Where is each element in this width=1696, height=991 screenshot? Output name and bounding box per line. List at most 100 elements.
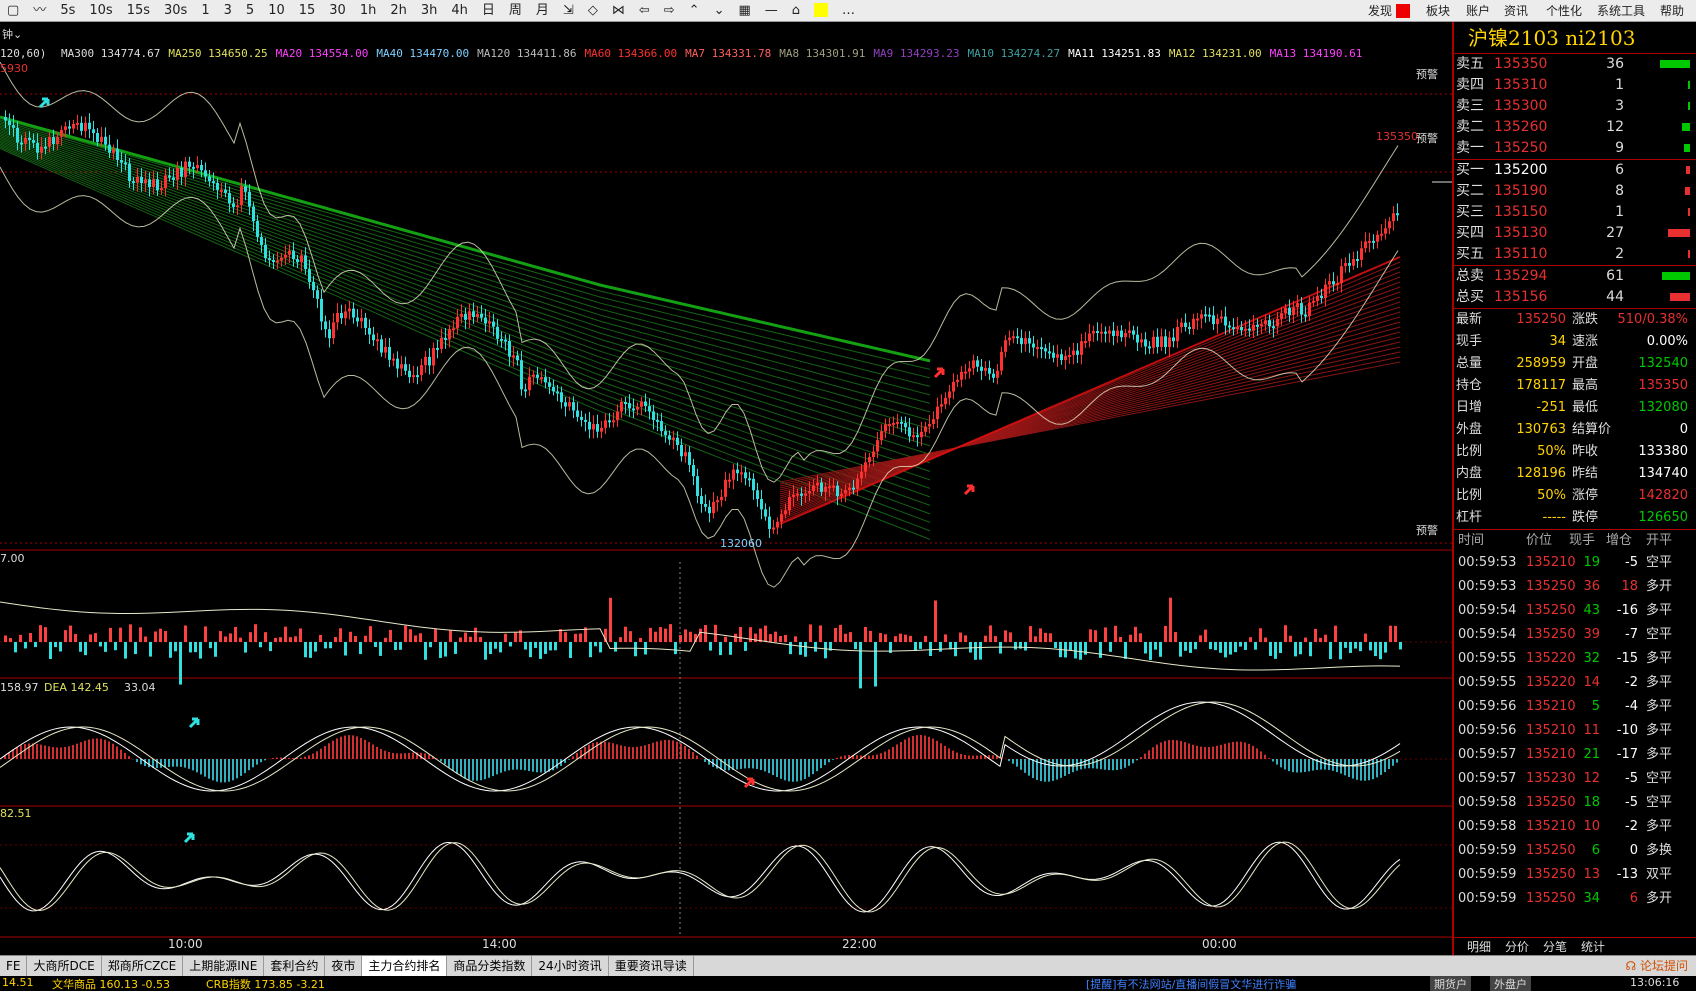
orderbook-row[interactable]: 卖四 135310 1 [1454,75,1696,96]
tab-category-index[interactable]: 商品分类指数 [447,956,533,976]
period-3h[interactable]: 3h [414,0,445,22]
orderbook-row[interactable]: 卖一 135250 9 [1454,138,1696,159]
tab-detail[interactable]: 明细 [1460,938,1498,955]
zoom-out-icon[interactable]: ⋈ [605,0,632,22]
candle-body [972,360,975,369]
kline-chart-area[interactable]: 钟⌄ 120,60) MA300 134774.67 MA250 134650.2… [0,22,1452,940]
period-3m[interactable]: 3 [217,0,239,22]
tab-price[interactable]: 分价 [1498,938,1536,955]
tick-time: 00:59:57 [1458,747,1517,762]
status-foreign-account[interactable]: 外盘户 [1490,976,1531,991]
cursor-icon[interactable]: ⇲ [556,0,581,22]
period-30m[interactable]: 30 [322,0,353,22]
period-4h[interactable]: 4h [444,0,475,22]
candle-body [256,221,259,237]
candle-body [748,478,751,481]
period-1m[interactable]: 1 [194,0,216,22]
status-clock: 13:06:16 [1630,976,1680,989]
alarm-label-bottom[interactable]: 预警 [1416,522,1438,538]
menu-system-tools[interactable]: 系统工具 [1597,0,1645,22]
period-15s[interactable]: 15s [120,0,157,22]
menu-sectors[interactable]: 板块 [1426,0,1450,22]
period-selector[interactable]: 钟⌄ [2,26,22,42]
toolbar-back-icon[interactable]: ▢ [0,0,26,22]
more-icon[interactable]: … [835,0,862,22]
tick-qty: 12 [1583,771,1600,786]
tab-dce[interactable]: 大商所DCE [27,956,102,976]
volume-bar [629,631,632,642]
right-arrow-icon[interactable]: ⇨ [657,0,682,22]
orderbook-row[interactable]: 买一 135200 6 [1454,160,1696,181]
zoom-in-icon[interactable]: ◇ [581,0,605,22]
volume-bar [744,642,747,651]
menu-personalize[interactable]: 个性化 [1546,0,1582,22]
orderbook-row[interactable]: 买三 135150 1 [1454,202,1696,223]
candle-body [744,472,747,479]
orderbook-row[interactable]: 买五 135110 2 [1454,244,1696,265]
period-day[interactable]: 日 [475,0,502,22]
candle-body [460,313,463,317]
menu-news[interactable]: 资讯 [1504,0,1528,22]
tab-ine[interactable]: 上期能源INE [183,956,265,976]
tab-stats[interactable]: 统计 [1574,938,1612,955]
volume-bar [1174,632,1177,642]
period-month[interactable]: 月 [529,0,556,22]
highlight-icon[interactable] [807,0,835,22]
home-icon[interactable]: ⌂ [785,0,807,22]
orderbook-row[interactable]: 总卖 135294 61 [1454,266,1696,287]
orderbook-row[interactable]: 买二 135190 8 [1454,181,1696,202]
macd-histogram [476,759,478,781]
period-5s[interactable]: 5s [53,0,82,22]
status-futures-account[interactable]: 期货户 [1430,976,1471,991]
period-week[interactable]: 周 [502,0,529,22]
left-arrow-icon[interactable]: ⇦ [632,0,657,22]
orderbook-row[interactable]: 卖三 135300 3 [1454,96,1696,117]
layout-icon[interactable]: ▦ [731,0,757,22]
macd-histogram [1252,745,1254,759]
tab-main-ranking[interactable]: 主力合约排名 [362,956,448,976]
volume-bar [789,642,792,655]
orderbook-row[interactable]: 买四 135130 27 [1454,223,1696,244]
kline-chart-canvas[interactable] [0,22,1452,940]
candle-body [228,192,231,204]
line-icon[interactable]: — [758,0,785,22]
up-arrow-icon[interactable]: ⌃ [682,0,707,22]
period-15m[interactable]: 15 [292,0,323,22]
alarm-label-mid[interactable]: 预警 [1416,130,1438,146]
orderbook-price: 135110 [1494,246,1548,262]
macd-histogram [376,746,378,759]
alarm-label-top[interactable]: 预警 [1416,66,1438,82]
forum-link[interactable]: ☊ 论坛提问 [1626,956,1696,976]
period-1h[interactable]: 1h [353,0,384,22]
down-arrow-icon[interactable]: ⌄ [707,0,732,22]
period-10s[interactable]: 10s [82,0,119,22]
tab-czce[interactable]: 郑商所CZCE [102,956,184,976]
candle-body [888,424,891,427]
volume-bar [724,636,727,642]
volume-bar [119,627,122,642]
orderbook-row[interactable]: 卖二 135260 12 [1454,117,1696,138]
tab-24h-news[interactable]: 24小时资讯 [532,956,609,976]
candle-body [1244,328,1247,331]
menu-account[interactable]: 账户 [1466,0,1490,22]
tab-arbitrage[interactable]: 套利合约 [264,956,326,976]
menu-discover[interactable]: 发现 [1368,0,1392,22]
period-5m[interactable]: 5 [239,0,261,22]
period-2h[interactable]: 2h [383,0,414,22]
period-30s[interactable]: 30s [157,0,194,22]
candle-body [904,423,907,428]
toolbar-draw-icon[interactable]: 〰 [26,0,53,22]
tab-exchange[interactable]: FE [0,956,28,976]
tab-key-news[interactable]: 重要资讯导读 [609,956,694,976]
menu-help[interactable]: 帮助 [1660,0,1684,22]
status-notice[interactable]: [提醒]有不法网站/直播间假冒文华进行诈骗 [1086,976,1296,991]
orderbook-row[interactable]: 总买 135156 44 [1454,287,1696,308]
period-10m[interactable]: 10 [261,0,292,22]
tab-night[interactable]: 夜市 [325,956,363,976]
macd-histogram [604,741,606,759]
tab-tick[interactable]: 分笔 [1536,938,1574,955]
candle-body [1064,355,1067,361]
candle-body [404,364,407,371]
orderbook-row[interactable]: 卖五 135350 36 [1454,54,1696,75]
macd-histogram [232,759,234,781]
